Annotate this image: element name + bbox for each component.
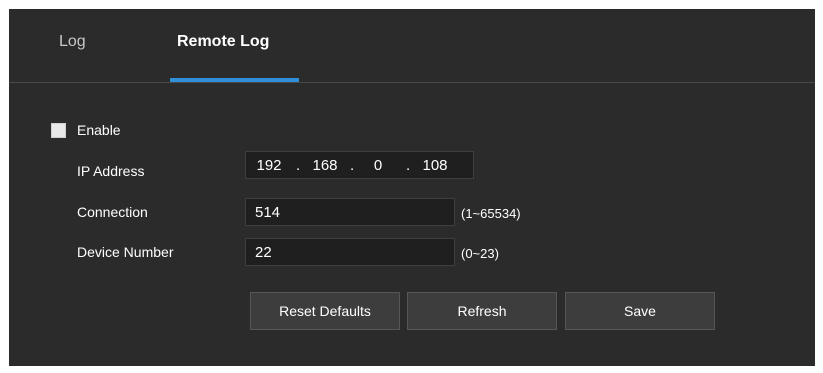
ip-address-field: 192 . 168 . 0 . 108 <box>245 151 474 179</box>
active-tab-indicator <box>170 78 299 82</box>
ip-octet-2-input[interactable]: 168 <box>306 152 344 180</box>
enable-label: Enable <box>77 122 121 138</box>
tab-remote-log[interactable]: Remote Log <box>177 33 269 51</box>
device-number-value: 22 <box>255 244 272 261</box>
ip-address-label: IP Address <box>77 163 145 179</box>
tab-log[interactable]: Log <box>59 33 86 51</box>
ip-octet-4-input[interactable]: 108 <box>416 152 454 180</box>
connection-label: Connection <box>77 204 148 220</box>
refresh-button[interactable]: Refresh <box>407 292 557 330</box>
enable-checkbox[interactable] <box>51 123 66 138</box>
device-number-input[interactable]: 22 <box>245 238 455 266</box>
ip-octet-3-input[interactable]: 0 <box>359 152 397 180</box>
connection-range-hint: (1~65534) <box>461 206 521 221</box>
connection-value: 514 <box>255 204 281 221</box>
save-button[interactable]: Save <box>565 292 715 330</box>
device-number-range-hint: (0~23) <box>461 246 499 261</box>
reset-defaults-button[interactable]: Reset Defaults <box>250 292 400 330</box>
ip-dot-2: . <box>350 157 355 174</box>
tab-bar: Log Remote Log <box>9 9 815 83</box>
connection-input[interactable]: 514 <box>245 198 455 226</box>
ip-dot-3: . <box>406 157 411 174</box>
remote-log-panel: Log Remote Log Enable IP Address 192 . 1… <box>9 9 815 366</box>
ip-dot-1: . <box>296 157 301 174</box>
device-number-label: Device Number <box>77 244 174 260</box>
ip-octet-1-input[interactable]: 192 <box>250 152 288 180</box>
